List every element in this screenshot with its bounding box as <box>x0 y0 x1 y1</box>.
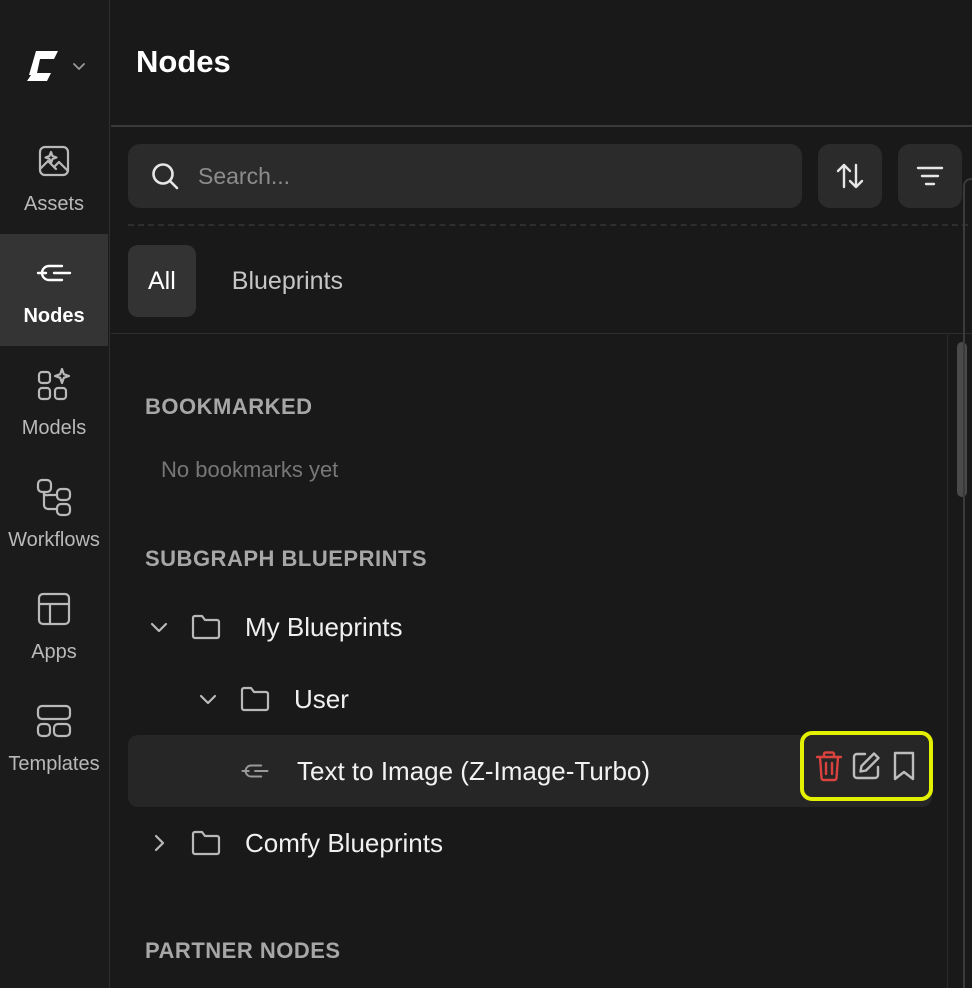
nodes-panel: Nodes All Blueprints BOOKMARKED No bookm… <box>111 0 972 988</box>
search-box[interactable] <box>128 144 802 208</box>
rail-item-templates[interactable]: Templates <box>0 682 108 794</box>
folder-icon <box>189 610 223 644</box>
panel-header: Nodes <box>111 0 972 127</box>
node-actions-highlight <box>800 731 933 801</box>
bookmark-button[interactable] <box>887 747 921 785</box>
rail-item-apps[interactable]: Apps <box>0 570 108 682</box>
rail-label-workflows: Workflows <box>8 528 100 551</box>
rail-item-nodes[interactable]: Nodes <box>0 234 108 346</box>
rail-label-assets: Assets <box>23 192 85 215</box>
edit-button[interactable] <box>849 747 883 785</box>
layout-icon <box>34 589 74 629</box>
image-sparkle-icon <box>34 141 74 181</box>
tree-node-label: Text to Image (Z-Image-Turbo) <box>297 756 651 786</box>
node-icon <box>34 253 74 293</box>
adjacent-panel-edge <box>963 178 972 988</box>
chevron-right-icon[interactable] <box>147 831 171 855</box>
section-title-subgraph-blueprints: SUBGRAPH BLUEPRINTS <box>145 546 428 571</box>
tree-label: My Blueprints <box>245 611 403 642</box>
rail-label-apps: Apps <box>31 640 77 663</box>
chevron-down-icon <box>73 63 85 70</box>
trash-icon <box>815 751 843 782</box>
tab-all[interactable]: All <box>128 245 196 317</box>
section-title-partner-nodes: PARTNER NODES <box>145 938 341 963</box>
divider <box>111 333 972 334</box>
templates-icon <box>34 701 74 741</box>
rail-label-templates: Templates <box>8 752 100 775</box>
left-rail: Assets Nodes Models Workflows Apps Templ… <box>0 0 110 988</box>
tree-folder-my-blueprints[interactable]: My Blueprints <box>147 599 403 655</box>
filter-icon <box>916 166 944 186</box>
tree-label: User <box>294 683 349 714</box>
bookmark-icon <box>893 751 915 781</box>
tree-folder-comfy-blueprints[interactable]: Comfy Blueprints <box>147 815 443 871</box>
tab-bar: All Blueprints <box>128 245 363 317</box>
rail-item-assets[interactable]: Assets <box>0 122 108 234</box>
search-icon <box>152 163 179 190</box>
rail-label-nodes: Nodes <box>23 304 85 327</box>
bookmarks-empty-message: No bookmarks yet <box>161 457 339 482</box>
comfy-logo-icon <box>27 51 58 81</box>
app-logo-menu[interactable] <box>0 30 110 102</box>
sort-arrows-icon <box>836 163 864 189</box>
chevron-down-icon[interactable] <box>147 615 171 639</box>
folder-icon <box>189 826 223 860</box>
node-icon <box>238 755 272 787</box>
rail-item-workflows[interactable]: Workflows <box>0 458 108 570</box>
models-grid-icon <box>34 365 74 405</box>
page-title: Nodes <box>136 44 231 79</box>
tab-blueprints[interactable]: Blueprints <box>212 245 363 317</box>
workflow-icon <box>34 477 74 517</box>
tree-folder-user[interactable]: User <box>196 671 349 727</box>
divider <box>128 224 968 226</box>
filter-button[interactable] <box>898 144 962 208</box>
sort-button[interactable] <box>818 144 882 208</box>
rail-label-models: Models <box>21 416 87 439</box>
folder-icon <box>238 682 272 716</box>
search-input[interactable] <box>198 162 758 190</box>
chevron-down-icon[interactable] <box>196 687 220 711</box>
edit-icon <box>853 752 881 780</box>
section-title-bookmarked: BOOKMARKED <box>145 394 313 419</box>
delete-button[interactable] <box>812 747 846 785</box>
tree-label: Comfy Blueprints <box>245 827 443 858</box>
rail-item-models[interactable]: Models <box>0 346 108 458</box>
